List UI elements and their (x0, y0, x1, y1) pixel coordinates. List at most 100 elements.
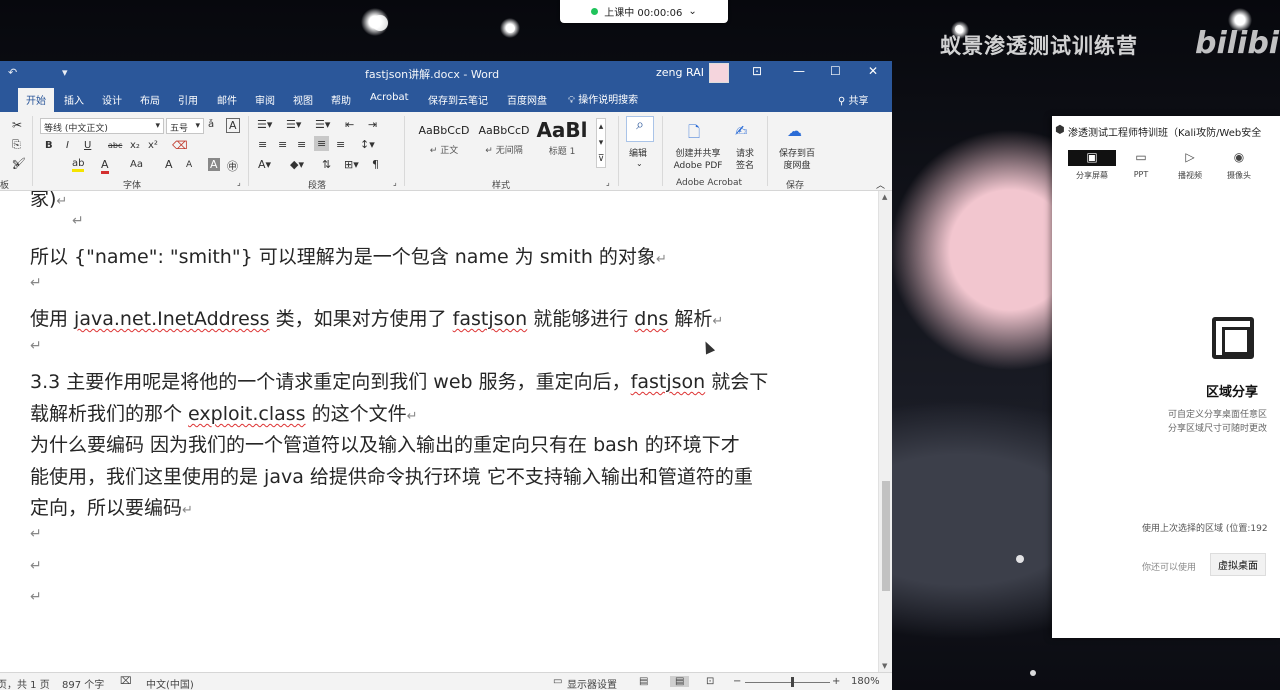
multilevel-list-icon[interactable]: ☰▾ (315, 118, 330, 131)
highlight-button[interactable]: ab (72, 158, 85, 172)
create-share-pdf-button[interactable]: 创建并共享 Adobe PDF (670, 148, 726, 172)
tab-cloud-note[interactable]: 保存到云笔记 (428, 92, 488, 107)
tab-review[interactable]: 审阅 (255, 92, 275, 107)
style-heading-1[interactable]: AaBl 标题 1 (536, 118, 588, 162)
enclose-char-button[interactable]: ㊥ (227, 158, 238, 174)
font-color-button[interactable]: A (101, 158, 109, 174)
zoom-out-button[interactable]: − (733, 676, 741, 687)
numbering-icon[interactable]: ☰▾ (286, 118, 301, 131)
class-timer[interactable]: 上课中 00:00:06 ⌄ (560, 0, 728, 23)
font-name-select[interactable]: 等线 (中文正文) ▾ (40, 118, 164, 134)
language[interactable]: 中文(中国) (146, 676, 194, 690)
zoom-slider[interactable] (745, 682, 830, 683)
zoom-level[interactable]: 180% (851, 676, 880, 687)
tab-design[interactable]: 设计 (102, 92, 122, 107)
word-count[interactable]: 897 个字 (62, 676, 104, 690)
copy-icon[interactable]: ⎘ (12, 138, 21, 152)
also-use-label: 你还可以使用 (1142, 563, 1197, 573)
minimize-button[interactable]: — (793, 64, 805, 78)
page-count[interactable]: 页，共 1 页 (0, 676, 50, 690)
quick-access-dropdown-icon[interactable]: ▾ (62, 66, 68, 79)
collapse-ribbon-icon[interactable]: ︿ (876, 178, 885, 191)
region-share-icon[interactable] (1212, 317, 1254, 359)
shrink-font-button[interactable]: A (186, 160, 192, 170)
dialog-launcher-icon[interactable]: ⌟ (237, 178, 241, 187)
pinyin-guide-icon[interactable]: ǎ (208, 119, 214, 130)
tab-camera[interactable]: ◉ 摄像头 (1215, 150, 1263, 181)
italic-button[interactable]: I (66, 140, 69, 151)
document-body[interactable]: 家)↵ ↵ 所以 {"name": "smith"} 可以理解为是一个包含 na… (0, 191, 878, 672)
share-button[interactable]: ⚲ 共享 (838, 92, 869, 107)
tab-home[interactable]: 开始 (18, 88, 54, 114)
virtual-desktop-button[interactable]: 虚拟桌面 (1210, 553, 1266, 576)
show-marks-icon[interactable]: ¶ (372, 158, 379, 171)
tab-mailings[interactable]: 邮件 (217, 92, 237, 107)
web-layout-icon[interactable]: ⊡ (706, 676, 714, 687)
text-effect-icon[interactable]: ✎ (12, 159, 20, 170)
vertical-scrollbar[interactable]: ▲ ▼ (878, 191, 892, 672)
sort-icon[interactable]: ⇅ (322, 158, 331, 171)
increase-indent-icon[interactable]: ⇥ (368, 118, 377, 131)
tell-me-search[interactable]: 💡︎ 操作说明搜索 (568, 91, 638, 106)
line-spacing-icon[interactable]: ↕▾ (360, 138, 375, 151)
tab-references[interactable]: 引用 (178, 92, 198, 107)
align-left-icon[interactable]: ≡ (258, 138, 267, 151)
subscript-button[interactable]: x₂ (130, 140, 140, 151)
search-icon[interactable]: ⌕ (626, 116, 654, 142)
underline-button[interactable]: U (84, 140, 91, 151)
clear-format-icon[interactable]: ⌫ (172, 139, 188, 152)
avatar[interactable] (709, 63, 729, 83)
region-share-title[interactable]: 区域分享 (1206, 381, 1258, 400)
tab-baidu-disk[interactable]: 百度网盘 (507, 92, 547, 107)
editing-label[interactable]: 编辑 (629, 146, 647, 159)
strikethrough-button[interactable]: abc (108, 141, 122, 150)
maximize-button[interactable]: ☐ (830, 64, 841, 78)
decrease-indent-icon[interactable]: ⇤ (345, 118, 354, 131)
grow-font-button[interactable]: A (165, 158, 173, 171)
close-button[interactable]: ✕ (868, 64, 878, 78)
tab-acrobat[interactable]: Acrobat (370, 92, 409, 103)
scrollbar-thumb[interactable] (882, 481, 890, 591)
char-shading-icon[interactable]: A (208, 158, 220, 171)
tab-view[interactable]: 视图 (293, 92, 313, 107)
distributed-icon[interactable]: ≡ (336, 138, 345, 151)
ribbon-display-icon[interactable]: ⊡ (752, 64, 762, 78)
scroll-up-icon[interactable]: ▲ (882, 193, 887, 201)
zoom-slider-handle[interactable] (791, 677, 794, 687)
bold-button[interactable]: B (45, 140, 53, 151)
use-last-region-link[interactable]: 使用上次选择的区域 (位置:192 (1142, 521, 1268, 534)
chinese-layout-icon[interactable]: A▾ (258, 158, 271, 171)
justify-icon[interactable]: ≡ (314, 136, 330, 151)
print-layout-icon[interactable]: ▤ (670, 676, 690, 687)
zoom-in-button[interactable]: + (832, 676, 840, 687)
tab-layout[interactable]: 布局 (140, 92, 160, 107)
user-name[interactable]: zeng RAI (656, 66, 704, 79)
style-no-spacing[interactable]: AaBbCcD ↵ 无间隔 (476, 124, 532, 168)
align-right-icon[interactable]: ≡ (297, 138, 306, 151)
char-border-button[interactable]: A (226, 118, 240, 133)
cut-icon[interactable]: ✂ (12, 118, 22, 132)
display-settings[interactable]: 显示器设置 (567, 676, 617, 690)
align-center-icon[interactable]: ≡ (278, 138, 287, 151)
superscript-button[interactable]: x² (148, 140, 158, 151)
tab-insert[interactable]: 插入 (64, 92, 84, 107)
undo-icon[interactable]: ↶ (8, 66, 17, 79)
styles-more-icon[interactable]: ▴ ▾ ⊽ (596, 118, 606, 168)
tab-video[interactable]: ▷ 播视频 (1166, 150, 1214, 181)
borders-icon[interactable]: ⊞▾ (344, 158, 359, 171)
proofing-icon[interactable]: ⌧ (120, 676, 132, 687)
dialog-launcher-icon[interactable]: ⌟ (393, 178, 397, 187)
request-signature-button[interactable]: 请求签名 (734, 148, 756, 172)
font-size-select[interactable]: 五号 ▾ (166, 118, 204, 134)
save-baidu-button[interactable]: 保存到百度网盘 (776, 148, 818, 172)
tab-help[interactable]: 帮助 (331, 92, 351, 107)
bullets-icon[interactable]: ☰▾ (257, 118, 272, 131)
tab-share-screen[interactable]: ▣ 分享屏幕 (1068, 150, 1116, 181)
read-mode-icon[interactable]: ▤ (639, 676, 648, 687)
shading-icon[interactable]: ◆▾ (290, 158, 304, 171)
tab-ppt[interactable]: ▭ PPT (1117, 150, 1165, 179)
scroll-down-icon[interactable]: ▼ (882, 662, 887, 670)
style-normal[interactable]: AaBbCcD ↵ 正文 (416, 124, 472, 168)
dialog-launcher-icon[interactable]: ⌟ (606, 178, 610, 187)
change-case-button[interactable]: Aa (130, 159, 143, 170)
